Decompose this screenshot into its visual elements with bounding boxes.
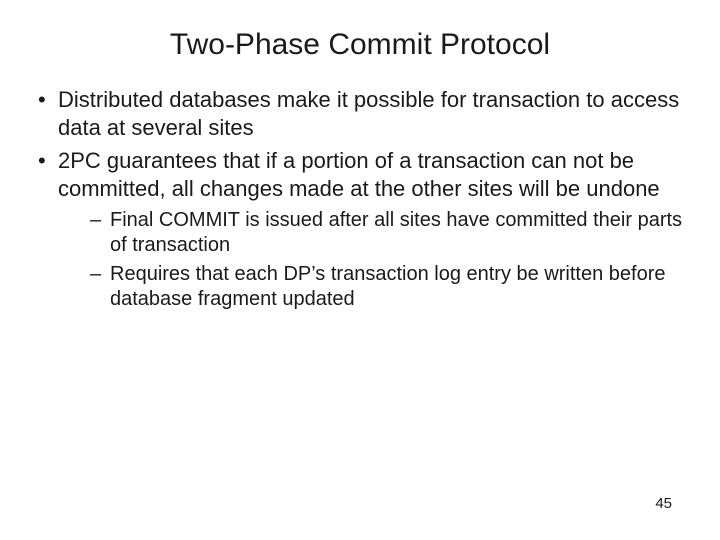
slide: Two-Phase Commit Protocol Distributed da…: [0, 0, 720, 540]
bullet-text: Distributed databases make it possible f…: [58, 87, 679, 140]
list-item: Distributed databases make it possible f…: [30, 86, 690, 141]
list-item: Final COMMIT is issued after all sites h…: [86, 208, 690, 258]
sub-bullet-text: Requires that each DP’s transaction log …: [110, 263, 666, 310]
page-title: Two-Phase Commit Protocol: [30, 28, 690, 62]
bullet-text: 2PC guarantees that if a portion of a tr…: [58, 148, 660, 201]
bullet-list: Distributed databases make it possible f…: [30, 86, 690, 312]
sub-bullet-text: Final COMMIT is issued after all sites h…: [110, 209, 682, 256]
list-item: Requires that each DP’s transaction log …: [86, 262, 690, 312]
list-item: 2PC guarantees that if a portion of a tr…: [30, 147, 690, 312]
sub-bullet-list: Final COMMIT is issued after all sites h…: [86, 208, 690, 312]
page-number: 45: [655, 495, 672, 512]
